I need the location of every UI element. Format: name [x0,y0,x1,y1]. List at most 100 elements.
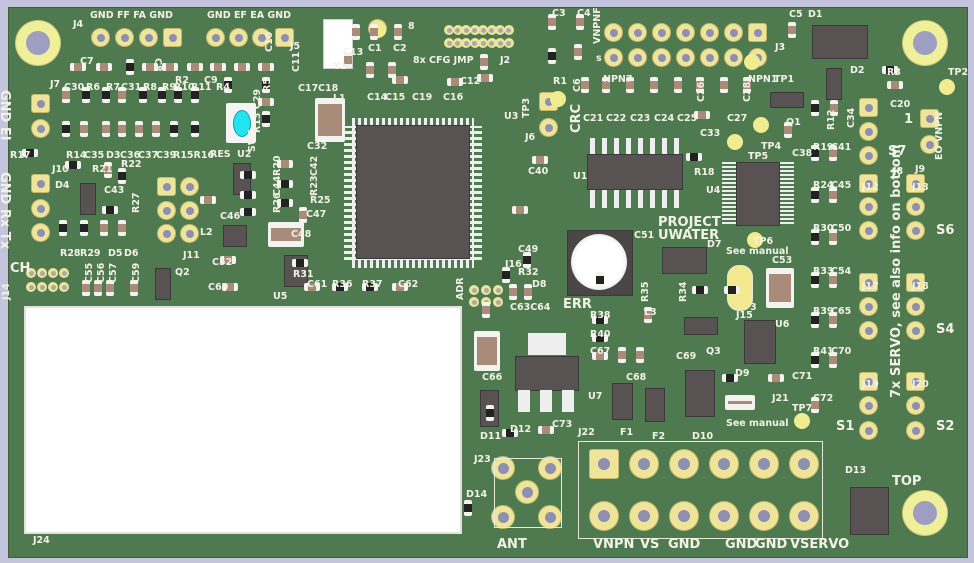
silkscreen-d12: D12 [510,424,532,435]
resistor [102,206,118,214]
silkscreen-f1: F1 [620,427,634,438]
silkscreen-ch: CH [10,261,31,276]
header-pin [140,29,157,46]
vnpnf-header-pin [701,49,718,66]
silkscreen-q3: Q3 [706,346,721,357]
adr-pin [469,297,479,307]
j14-pin [48,282,58,292]
servo-header-pin [860,198,877,215]
resistor [486,405,494,421]
header-pin [230,29,247,46]
silkscreen-r4: R4 [216,82,230,93]
silkscreen-j5: J5 [290,41,301,52]
header-pin [92,29,109,46]
capacitor [152,121,160,137]
header-pin [116,29,133,46]
silkscreen-c26: C26 [696,81,707,102]
capacitor [394,24,402,40]
silkscreen-ei-gnd: GND EI [0,90,12,141]
silkscreen-r25: R25 [310,195,331,206]
capacitor [102,121,110,137]
ic-u1 [587,154,683,190]
adr-pin [493,297,503,307]
resistor [240,171,256,179]
resistor [811,100,819,116]
silkscreen-d1: D1 [808,9,823,20]
header-pin [181,225,198,242]
silkscreen-eight: 8 [408,21,415,32]
silkscreen-c25: C25 [677,113,698,124]
header-pin [181,202,198,219]
silkscreen-vnpnf: VNPNF [592,7,603,44]
header-pin [207,29,224,46]
capacitor [258,63,274,71]
semiconductor-package [662,247,707,274]
silkscreen-c52: C52 [212,257,233,268]
silkscreen-c21: C21 [583,113,604,124]
capacitor [650,77,658,93]
semiconductor-package [612,383,633,420]
capacitor [200,196,216,204]
header-pin [158,178,175,195]
capacitor [370,24,378,40]
silkscreen-r3: R3 [887,67,901,78]
semiconductor-package [850,487,889,535]
silkscreen-c61: C61 [307,279,328,290]
silkscreen-c16: C16 [443,92,464,103]
silkscreen-c50: C50 [831,223,852,234]
silkscreen-r17: R17 [10,150,31,161]
silkscreen-c57: C57 [108,262,119,283]
silkscreen-d6: D6 [124,248,139,259]
silkscreen-tp3: TP3 [521,97,532,118]
silkscreen-u3: U3 [504,111,519,122]
silkscreen-s2: S2 [936,419,955,434]
silkscreen-c62: C62 [398,279,419,290]
silkscreen-ant: ANT [497,537,527,552]
pcb-layer: GND FF FA GND GND EF EA GND J4 J5 Y1 C13 C1 C2 8… [0,0,974,563]
header-pin [540,119,557,136]
silkscreen-j22-pins-p4: GND [725,537,758,552]
silkscreen-d5: D5 [108,248,123,259]
servo-header-pin [907,198,924,215]
header-pin [32,95,49,112]
silkscreen-d13: D13 [845,465,867,476]
vnpnf-header-pin [653,24,670,41]
j14-pin [48,268,58,278]
silkscreen-crc: CRC [569,103,584,133]
test-point [753,117,769,133]
capacitor [118,220,126,236]
cfg-jumper-pin [503,25,514,35]
silkscreen-c40: C40 [528,166,549,177]
silkscreen-j20: J20 [912,379,929,390]
resistor [292,259,308,267]
silkscreen-c8: C8 [152,58,163,72]
silkscreen-c32: C32 [307,141,328,152]
silkscreen-j17: J17 [862,281,879,292]
silkscreen-c24: C24 [654,113,675,124]
silkscreen-r20: R20 [272,155,283,176]
silkscreen-u5: U5 [273,291,288,302]
j23-outline [494,458,562,528]
mcu-u3 [356,125,470,259]
header-pin [158,202,175,219]
silkscreen-j22: J22 [578,427,595,438]
silkscreen-d4: D4 [55,180,70,191]
mounting-hole [903,21,947,65]
semiconductor-package [155,268,171,300]
display-module-j24 [24,306,462,534]
u7-leg [562,390,574,412]
silkscreen-c42: C42 [309,155,320,176]
silkscreen-r11: R11 [191,82,212,93]
capacitor-large [725,395,755,410]
silkscreen-tp2: TP2 [948,67,969,78]
capacitor-large [766,268,794,308]
vnpnf-header-pin [605,49,622,66]
silkscreen-c19: C19 [412,92,433,103]
silkscreen-y1: Y1 [333,61,347,72]
silkscreen-j22-pins-p6: VSERVO [790,537,850,552]
silkscreen-cfg: 8x CFG JMP [413,55,474,66]
silkscreen-c11: C11 [291,51,302,72]
test-point [939,79,955,95]
header-pin [181,178,198,195]
mounting-hole [16,21,60,65]
